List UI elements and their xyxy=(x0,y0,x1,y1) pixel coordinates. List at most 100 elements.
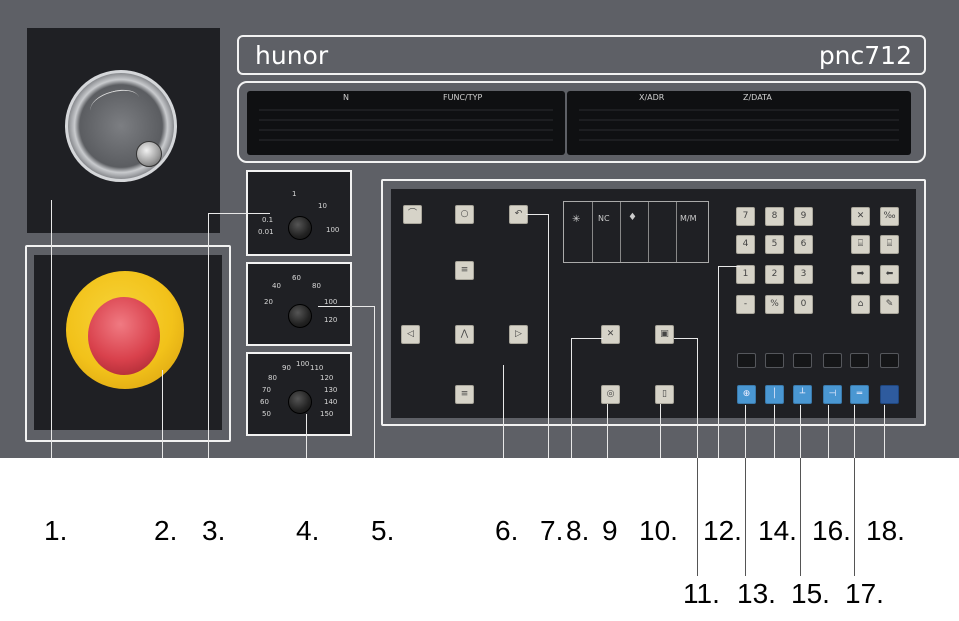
keyboard-panel: ⌒ ○ ↶ ≡ ◁ ⋀ ▷ ≡ ✳ NC ♦ M/M ✕ ▣ ◎ ▯ 7 8 9… xyxy=(391,189,916,418)
edit-key-1[interactable]: ✕ xyxy=(851,207,870,226)
jog-key-up[interactable]: ≡ xyxy=(455,261,474,280)
callout-4: 4. xyxy=(296,515,320,546)
jog-key-left[interactable]: ◁ xyxy=(401,325,420,344)
handwheel[interactable] xyxy=(65,70,177,182)
leader-7 xyxy=(548,214,549,458)
leader-10 xyxy=(660,404,661,458)
handwheel-grip-icon[interactable] xyxy=(136,141,162,167)
pen-key[interactable]: ✎ xyxy=(880,295,899,314)
leader-16 xyxy=(828,405,829,458)
leader-7h xyxy=(526,214,548,215)
display-label-func: FUNC/TYP xyxy=(443,93,483,102)
override-scale-6: 120 xyxy=(324,316,338,324)
leader-12h xyxy=(718,266,740,267)
leader-8 xyxy=(571,338,572,458)
display-label-n: N xyxy=(343,93,349,102)
display-frame: N FUNC/TYP X/ADR Z/DATA xyxy=(237,81,926,163)
spindle-scale-8: 120 xyxy=(320,374,334,382)
jog-key-2[interactable]: ○ xyxy=(455,205,474,224)
spindle-scale-4: 80 xyxy=(268,374,277,382)
key-1[interactable]: 1 xyxy=(736,265,755,284)
leader-2 xyxy=(162,370,163,458)
key-percent[interactable]: % xyxy=(765,295,784,314)
callout-17: 17. xyxy=(845,578,884,609)
lamp-18 xyxy=(880,353,899,368)
override-knob-box: 20 40 60 80 100 120 xyxy=(246,262,352,346)
feed-scale-1: 0.1 xyxy=(262,216,274,224)
leader-18 xyxy=(884,405,885,458)
mode-key-17[interactable]: ═ xyxy=(850,385,869,404)
leader-3h xyxy=(208,213,270,214)
arrow-right-key[interactable]: ➡ xyxy=(851,265,870,284)
mode-key-16[interactable]: ⊣ xyxy=(823,385,842,404)
key-3[interactable]: 3 xyxy=(794,265,813,284)
mode-key-14[interactable]: │ xyxy=(765,385,784,404)
spindle-knob-box: 50 60 70 80 90 100 110 120 130 140 150 xyxy=(246,352,352,436)
key-5[interactable]: 5 xyxy=(765,235,784,254)
arrow-left-key[interactable]: ⬅ xyxy=(880,265,899,284)
brand-right: pnc712 xyxy=(818,41,912,70)
jog-key-center[interactable]: ⋀ xyxy=(455,325,474,344)
keyboard-frame: ⌒ ○ ↶ ≡ ◁ ⋀ ▷ ≡ ✳ NC ♦ M/M ✕ ▣ ◎ ▯ 7 8 9… xyxy=(381,179,926,426)
emergency-stop-button[interactable] xyxy=(88,297,160,375)
mode-label-nc: NC xyxy=(598,214,610,223)
mode-key-15[interactable]: ┴ xyxy=(793,385,812,404)
key-minus[interactable]: - xyxy=(736,295,755,314)
cycle-start-key[interactable]: ▣ xyxy=(655,325,674,344)
key-2[interactable]: 2 xyxy=(765,265,784,284)
override-knob[interactable] xyxy=(288,304,312,328)
emergency-stop-frame xyxy=(25,245,231,442)
cycle-stop-key[interactable]: ✕ xyxy=(601,325,620,344)
key-7[interactable]: 7 xyxy=(736,207,755,226)
callout-5: 5. xyxy=(371,515,395,546)
spindle-scale-11: 150 xyxy=(320,410,334,418)
override-scale-2: 40 xyxy=(272,282,281,290)
spindle-knob[interactable] xyxy=(288,390,312,414)
leader-15 xyxy=(800,405,801,458)
leader-1 xyxy=(51,200,52,458)
lamp-15 xyxy=(793,353,812,368)
single-block-key[interactable]: ▯ xyxy=(655,385,674,404)
edit-key-7[interactable]: ⌂ xyxy=(851,295,870,314)
jog-key-down[interactable]: ≡ xyxy=(455,385,474,404)
callout-6: 6. xyxy=(495,515,519,546)
leader-5h xyxy=(318,306,374,307)
feed-scale-5: 100 xyxy=(326,226,340,234)
key-8[interactable]: 8 xyxy=(765,207,784,226)
mode-key-13[interactable]: ⊕ xyxy=(737,385,756,404)
key-6[interactable]: 6 xyxy=(794,235,813,254)
leader-17b xyxy=(854,458,855,576)
leader-17 xyxy=(854,405,855,458)
edit-key-3[interactable]: ⌸ xyxy=(851,235,870,254)
emergency-stop-panel xyxy=(34,255,222,430)
lamp-icon: ✳ xyxy=(572,214,581,225)
lamp-13 xyxy=(737,353,756,368)
lamp-16 xyxy=(823,353,842,368)
leader-3 xyxy=(208,213,209,458)
lamp-14 xyxy=(765,353,784,368)
callout-2: 2. xyxy=(154,515,178,546)
key-9[interactable]: 9 xyxy=(794,207,813,226)
callout-12: 12. xyxy=(703,515,742,546)
mode-key-18[interactable] xyxy=(880,385,899,404)
jog-key-right[interactable]: ▷ xyxy=(509,325,528,344)
callout-16: 16. xyxy=(812,515,851,546)
reset-key[interactable]: ◎ xyxy=(601,385,620,404)
feed-step-knob[interactable] xyxy=(288,216,312,240)
key-4[interactable]: 4 xyxy=(736,235,755,254)
brand-strip: hunor pnc712 xyxy=(237,35,926,75)
spindle-scale-6: 100 xyxy=(296,360,310,368)
callout-3: 3. xyxy=(202,515,226,546)
handwheel-panel xyxy=(27,28,220,233)
spindle-scale-3: 70 xyxy=(262,386,271,394)
callout-7: 7. xyxy=(540,515,564,546)
edit-key-4[interactable]: ⌸ xyxy=(880,235,899,254)
leader-11b xyxy=(697,458,698,576)
feed-scale-2: 0.01 xyxy=(258,228,274,236)
jog-key-1[interactable]: ⌒ xyxy=(403,205,422,224)
leader-13b xyxy=(745,458,746,576)
edit-key-2[interactable]: ‰ xyxy=(880,207,899,226)
spindle-scale-5: 90 xyxy=(282,364,291,372)
spindle-scale-2: 60 xyxy=(260,398,269,406)
key-0[interactable]: 0 xyxy=(794,295,813,314)
